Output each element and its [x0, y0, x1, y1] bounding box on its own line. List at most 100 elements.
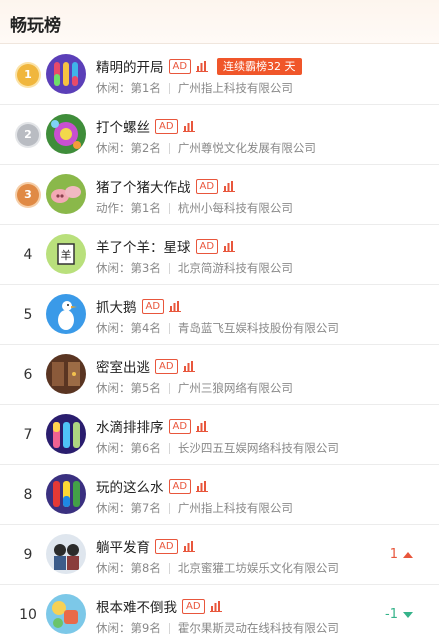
ranking-list: 1 精明的开局 AD 连续霸榜32 天 休闲：第1名 广州指上科技有限公司 2 …	[0, 45, 439, 644]
trend-chart-icon	[196, 417, 209, 436]
company-name: 霍尔果斯灵动在线科技有限公司	[177, 621, 339, 635]
ad-badge: AD	[168, 418, 192, 434]
trend-chart-icon	[209, 597, 222, 616]
trend-chart-icon	[169, 297, 182, 316]
list-item[interactable]: 7 水滴排排序 AD 休闲：第6名 长沙四五互娱网络科技有限公司	[0, 405, 439, 465]
goose-icon[interactable]	[46, 294, 86, 334]
rank-change-value: 1	[389, 547, 398, 562]
company-name: 广州指上科技有限公司	[177, 81, 293, 95]
ad-badge: AD	[155, 358, 178, 374]
category-rank: 休闲：第1名	[96, 81, 161, 95]
water-sort-icon[interactable]	[46, 414, 86, 454]
game-name[interactable]: 躺平发育	[96, 536, 150, 556]
category-rank: 休闲：第7名	[96, 501, 161, 515]
divider	[168, 502, 170, 514]
list-item[interactable]: 10 根本难不倒我 AD 休闲：第9名 霍尔果斯灵动在线科技有限公司 -1	[0, 585, 439, 644]
lying-flat-icon[interactable]	[46, 534, 86, 574]
rank-number: 9	[23, 547, 33, 563]
game-name[interactable]: 打个螺丝	[96, 116, 150, 136]
company-name: 青岛蓝飞互娱科技股份有限公司	[177, 321, 339, 335]
trend-chart-icon	[182, 117, 195, 136]
page-title: 畅玩榜	[10, 16, 61, 36]
ball-sort-tubes-icon[interactable]	[46, 54, 86, 94]
company-name: 杭州小每科技有限公司	[177, 201, 293, 215]
rank-number: 4	[23, 247, 33, 263]
escape-room-icon[interactable]	[46, 354, 86, 394]
list-item[interactable]: 1 精明的开局 AD 连续霸榜32 天 休闲：第1名 广州指上科技有限公司	[0, 45, 439, 105]
rank-change-value: -1	[385, 607, 398, 622]
divider	[168, 442, 170, 454]
pigs-icon[interactable]	[46, 174, 86, 214]
trend-chart-icon	[182, 537, 195, 556]
trend-chart-icon	[223, 237, 236, 256]
ad-badge: AD	[195, 238, 219, 254]
ad-badge: AD	[168, 478, 192, 494]
rank-medal-icon: 1	[17, 64, 39, 86]
trend-chart-icon	[182, 357, 195, 376]
list-item[interactable]: 5 抓大鹅 AD 休闲：第4名 青岛蓝飞互娱科技股份有限公司	[0, 285, 439, 345]
ad-badge: AD	[182, 598, 205, 614]
rank-down-icon	[403, 611, 413, 618]
company-name: 广州尊悦文化发展有限公司	[177, 141, 316, 155]
list-item[interactable]: 8 玩的这么水 AD 休闲：第7名 广州指上科技有限公司	[0, 465, 439, 525]
list-item[interactable]: 9 躺平发育 AD 休闲：第8名 北京蜜獾工坊娱乐文化有限公司 1	[0, 525, 439, 585]
game-name[interactable]: 抓大鹅	[96, 296, 137, 316]
page-header: 畅玩榜	[0, 0, 439, 44]
ad-badge: AD	[168, 58, 192, 74]
divider	[168, 382, 170, 394]
screw-flower-icon[interactable]	[46, 114, 86, 154]
game-name[interactable]: 根本难不倒我	[96, 596, 177, 616]
divider	[168, 562, 170, 574]
streak-badge: 连续霸榜32 天	[217, 57, 302, 75]
rank-medal-icon: 2	[17, 124, 39, 146]
puzzle-icon[interactable]	[46, 594, 86, 634]
company-name: 广州指上科技有限公司	[177, 501, 293, 515]
list-item[interactable]: 2 打个螺丝 AD 休闲：第2名 广州尊悦文化发展有限公司	[0, 105, 439, 165]
category-rank: 休闲：第3名	[96, 261, 161, 275]
company-name: 北京简游科技有限公司	[177, 261, 293, 275]
ad-badge: AD	[195, 178, 219, 194]
divider	[168, 82, 170, 94]
divider	[168, 622, 170, 634]
game-name[interactable]: 玩的这么水	[96, 476, 164, 496]
ad-badge: AD	[141, 298, 165, 314]
category-rank: 动作：第1名	[96, 201, 161, 215]
svg-text:羊: 羊	[61, 248, 72, 262]
rank-number: 7	[23, 427, 33, 443]
game-name[interactable]: 精明的开局	[96, 56, 164, 76]
divider	[168, 262, 170, 274]
game-name[interactable]: 猪了个猪大作战	[96, 176, 191, 196]
ad-badge: AD	[155, 118, 178, 134]
list-item[interactable]: 6 密室出逃 AD 休闲：第5名 广州三狼网络有限公司	[0, 345, 439, 405]
category-rank: 休闲：第4名	[96, 321, 161, 335]
trend-chart-icon	[196, 57, 209, 76]
divider	[168, 142, 170, 154]
divider	[168, 202, 170, 214]
ad-badge: AD	[155, 538, 178, 554]
trend-chart-icon	[223, 177, 236, 196]
rank-number: 10	[19, 607, 37, 623]
rank-number: 5	[23, 307, 33, 323]
rank-up-icon	[403, 551, 413, 558]
category-rank: 休闲：第6名	[96, 441, 161, 455]
company-name: 广州三狼网络有限公司	[177, 381, 293, 395]
game-name[interactable]: 羊了个羊：星球	[96, 236, 191, 256]
rank-medal-icon: 3	[17, 184, 39, 206]
sheep-icon[interactable]: 羊	[46, 234, 86, 274]
game-name[interactable]: 水滴排排序	[96, 416, 164, 436]
category-rank: 休闲：第9名	[96, 621, 161, 635]
company-name: 长沙四五互娱网络科技有限公司	[177, 441, 339, 455]
list-item[interactable]: 3 猪了个猪大作战 AD 动作：第1名 杭州小每科技有限公司	[0, 165, 439, 225]
category-rank: 休闲：第5名	[96, 381, 161, 395]
game-name[interactable]: 密室出逃	[96, 356, 150, 376]
rank-number: 6	[23, 367, 33, 383]
water-tubes-icon[interactable]	[46, 474, 86, 514]
rank-change: 1	[390, 547, 413, 562]
trend-chart-icon	[196, 477, 209, 496]
rank-number: 8	[23, 487, 33, 503]
rank-change: -1	[385, 607, 413, 622]
category-rank: 休闲：第8名	[96, 561, 161, 575]
divider	[168, 322, 170, 334]
company-name: 北京蜜獾工坊娱乐文化有限公司	[177, 561, 339, 575]
list-item[interactable]: 4 羊 羊了个羊：星球 AD 休闲：第3名 北京简游科技有限公司	[0, 225, 439, 285]
